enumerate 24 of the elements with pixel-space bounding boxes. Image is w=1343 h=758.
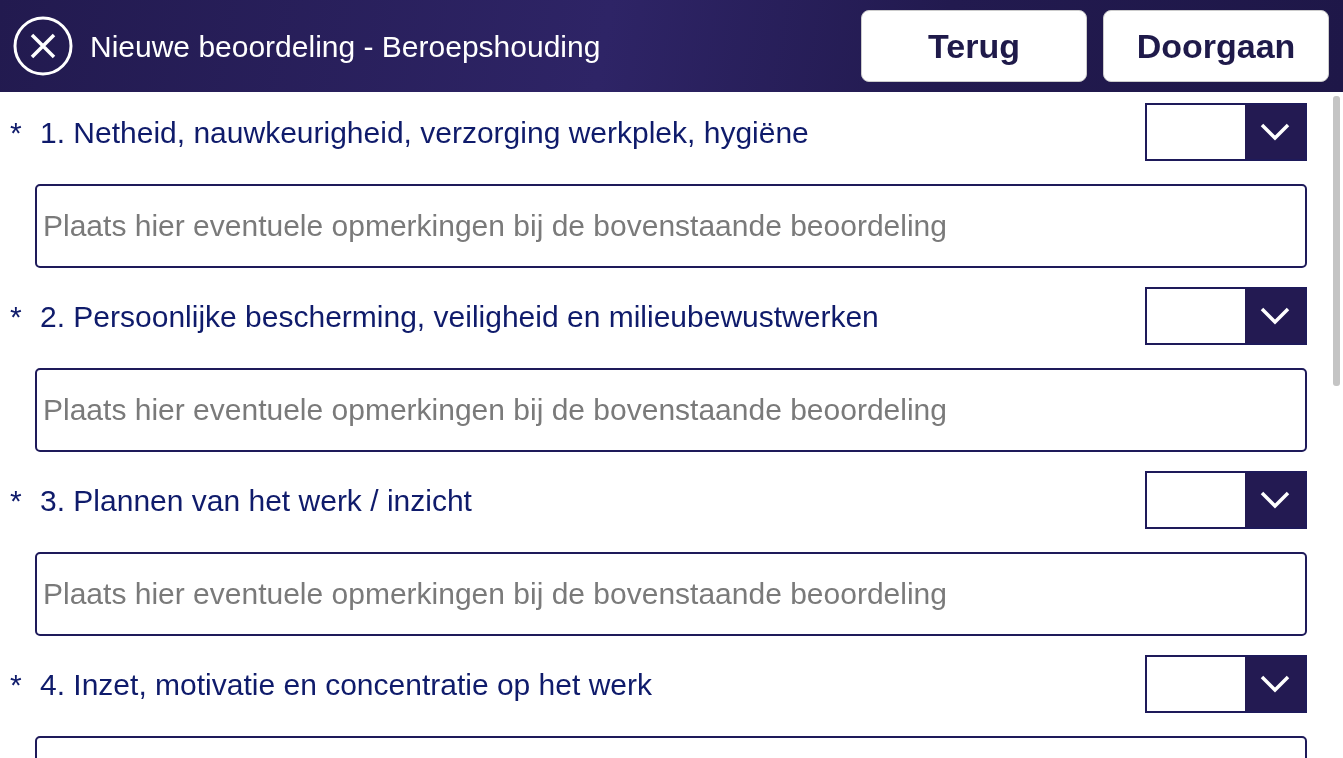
rating-dropdown[interactable] [1145, 287, 1307, 345]
continue-button[interactable]: Doorgaan [1103, 10, 1329, 82]
back-button[interactable]: Terug [861, 10, 1087, 82]
rating-dropdown[interactable] [1145, 655, 1307, 713]
required-mark: * [10, 482, 23, 519]
close-button[interactable] [12, 15, 74, 77]
question-label: 2. Persoonlijke bescherming, veiligheid en milieubewustwerken [40, 298, 880, 335]
chevron-down-icon [1260, 123, 1290, 141]
scrollbar-thumb[interactable] [1333, 96, 1340, 386]
chevron-down-icon [1260, 491, 1290, 509]
required-mark: * [10, 114, 23, 151]
required-mark: * [10, 666, 23, 703]
rating-dropdown[interactable] [1145, 471, 1307, 529]
chevron-down-icon [1260, 307, 1290, 325]
question-label: 3. Plannen van het werk / inzicht [40, 482, 473, 519]
chevron-down-icon [1260, 675, 1290, 693]
question-label: 4. Inzet, motivatie en concentratie op het werk [40, 666, 653, 703]
rating-dropdown[interactable] [1145, 103, 1307, 161]
question-label: 1. Netheid, nauwkeurigheid, verzorging werkplek, hygiëne [40, 114, 810, 151]
comment-field[interactable]: Plaats hier eventuele opmerkingen bij de bovenstaande beoordeling [35, 552, 1307, 636]
comment-field[interactable]: Plaats hier eventuele opmerkingen bij de bovenstaande beoordeling [35, 368, 1307, 452]
required-mark: * [10, 298, 23, 335]
comment-field[interactable]: Plaats hier eventuele opmerkingen bij de bovenstaande beoordeling [35, 184, 1307, 268]
window-title: Nieuwe beoordeling - Beroepshouding [90, 28, 602, 65]
